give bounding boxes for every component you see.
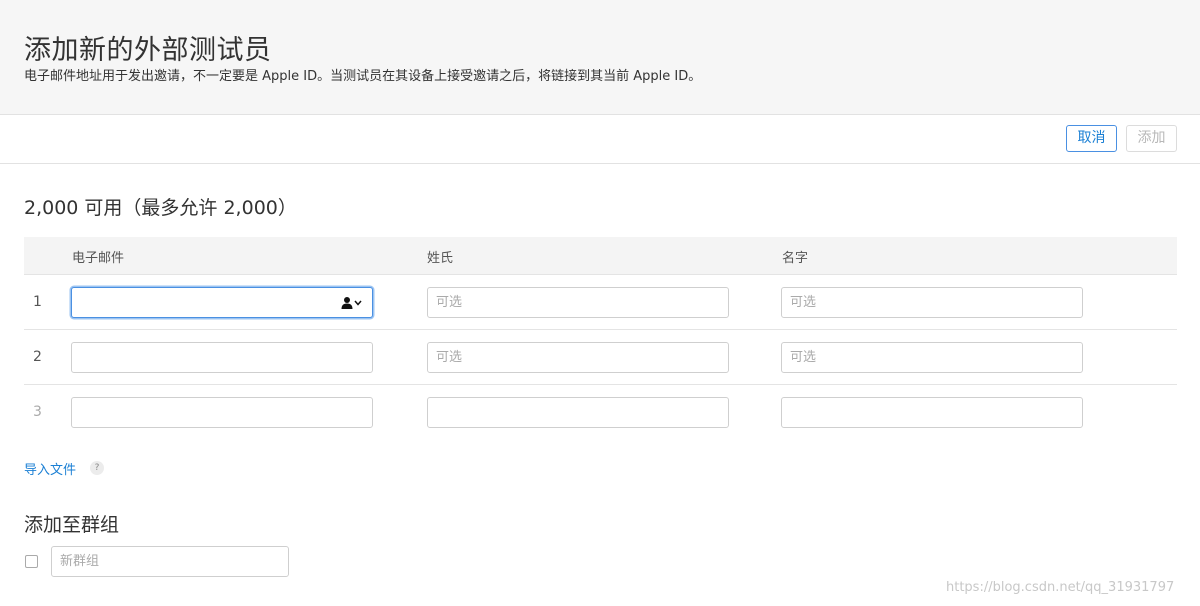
row-number: 3 xyxy=(33,404,42,420)
first-name-field[interactable] xyxy=(781,397,1083,428)
toolbar: 取消 添加 xyxy=(0,115,1200,164)
column-header-last-name: 姓氏 xyxy=(427,251,454,266)
column-header-email: 电子邮件 xyxy=(72,251,125,266)
email-field[interactable] xyxy=(71,287,373,318)
contact-person-icon[interactable] xyxy=(341,295,363,311)
first-name-field[interactable]: 可选 xyxy=(781,342,1083,373)
new-group-checkbox[interactable] xyxy=(25,555,38,568)
last-name-field[interactable]: 可选 xyxy=(427,342,729,373)
email-field[interactable] xyxy=(71,397,373,428)
availability-text: 2,000 可用（最多允许 2,000） xyxy=(24,197,297,219)
testers-table-header: 电子邮件 姓氏 名字 xyxy=(24,237,1177,275)
last-name-field[interactable]: 可选 xyxy=(427,287,729,318)
row-number: 2 xyxy=(33,349,42,365)
new-group-input[interactable]: 新群组 xyxy=(51,546,289,577)
table-row: 3 xyxy=(24,385,1177,440)
page-title: 添加新的外部测试员 xyxy=(24,35,272,66)
column-header-first-name: 名字 xyxy=(782,251,809,266)
email-field[interactable] xyxy=(71,342,373,373)
row-number: 1 xyxy=(33,294,42,310)
table-row: 2 可选 可选 xyxy=(24,330,1177,385)
chevron-down-icon xyxy=(354,300,362,306)
first-name-field[interactable]: 可选 xyxy=(781,287,1083,318)
page-subtitle: 电子邮件地址用于发出邀请，不一定要是 Apple ID。当测试员在其设备上接受邀… xyxy=(24,69,702,84)
table-row: 1 可选 可选 xyxy=(24,275,1177,330)
add-button[interactable]: 添加 xyxy=(1126,125,1177,152)
question-icon[interactable]: ? xyxy=(90,461,104,475)
import-file-link[interactable]: 导入文件 xyxy=(24,459,76,478)
cancel-button[interactable]: 取消 xyxy=(1066,125,1117,152)
last-name-field[interactable] xyxy=(427,397,729,428)
page-header: 添加新的外部测试员 电子邮件地址用于发出邀请，不一定要是 Apple ID。当测… xyxy=(0,0,1200,115)
watermark: https://blog.csdn.net/qq_31931797 xyxy=(946,580,1175,595)
add-to-group-heading: 添加至群组 xyxy=(24,514,120,536)
